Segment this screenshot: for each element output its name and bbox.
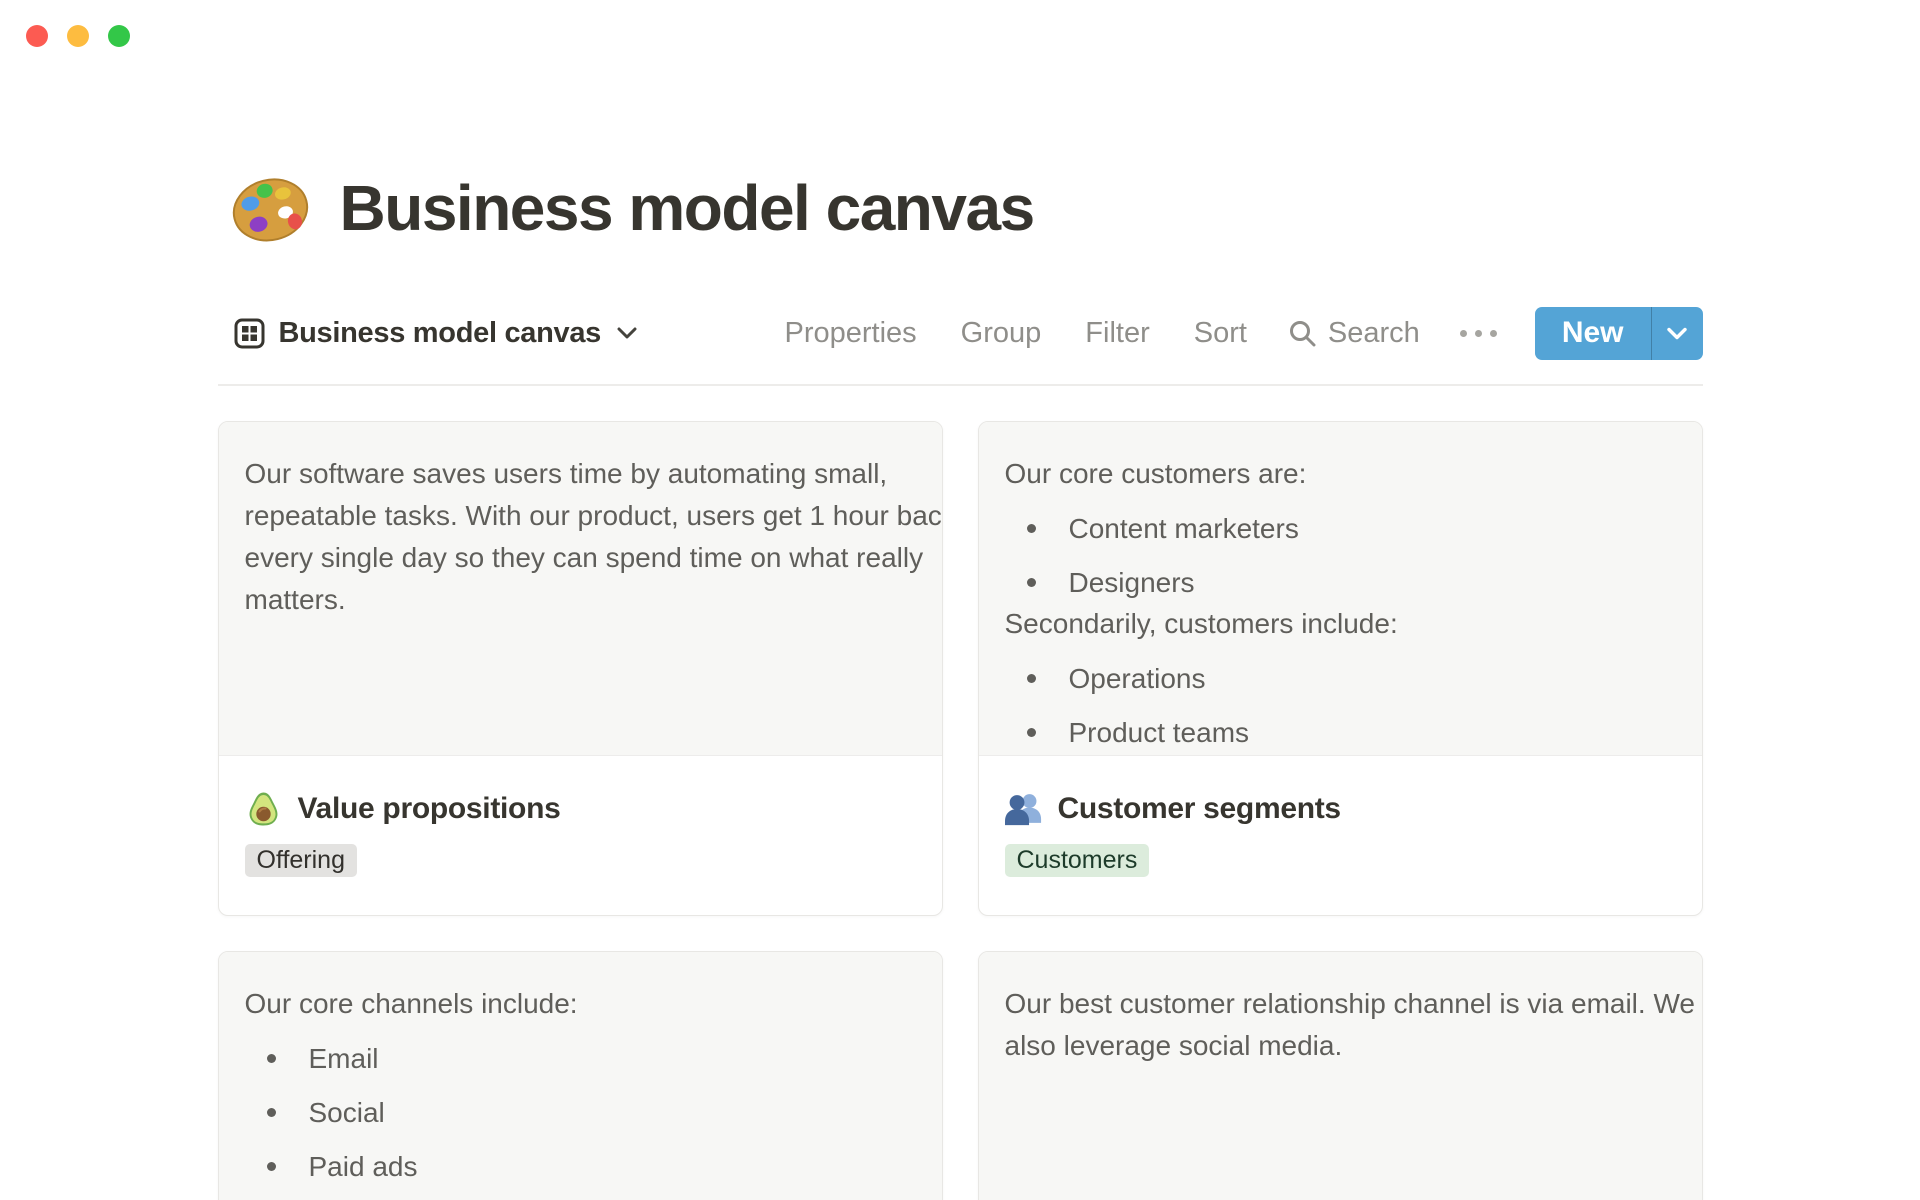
card-body: Customer segments Customers	[978, 756, 1702, 877]
preview-text-line: Our best customer relationship channel i…	[1004, 988, 1695, 1019]
card-preview: Our core customers are: Content marketers…	[978, 422, 1702, 756]
toolbar-item-properties[interactable]: Properties	[785, 317, 917, 350]
toolbar-item-sort[interactable]: Sort	[1194, 317, 1247, 350]
new-button[interactable]: New	[1534, 306, 1651, 360]
toolbar-item-group[interactable]: Group	[961, 317, 1042, 350]
preview-bullet-item: Social	[245, 1092, 916, 1133]
preview-paragraph: Our best customer relationship channel i…	[1004, 983, 1695, 1067]
page-title[interactable]: Business model canvas	[340, 171, 1036, 245]
search-icon	[1289, 320, 1316, 346]
preview-paragraph: Our core channels include:	[245, 983, 916, 1025]
new-dropdown-button[interactable]	[1650, 306, 1703, 360]
gallery-card[interactable]: Our software saves users time by automat…	[217, 421, 943, 916]
preview-bullet-list: Email Social Paid ads	[245, 1038, 916, 1187]
gallery-card[interactable]: Our best customer relationship channel i…	[977, 951, 1703, 1200]
chevron-down-icon	[615, 322, 637, 345]
minimize-window-button[interactable]	[67, 25, 89, 47]
preview-text-line: Our core channels include:	[244, 988, 578, 1019]
toolbar-actions: Properties Group Filter Sort	[785, 317, 1247, 350]
card-title: Value propositions	[297, 791, 561, 825]
preview-paragraph: Our core customers are:	[1005, 453, 1676, 495]
new-button-group: New	[1534, 306, 1703, 360]
gallery-card[interactable]: Our core channels include: Email Social Pai…	[217, 951, 943, 1200]
ellipsis-icon	[1459, 329, 1467, 337]
view-name: Business model canvas	[278, 316, 602, 349]
preview-text-line: Secondarily, customers include:	[1004, 608, 1398, 639]
preview-paragraph: Secondarily, customers include:	[1005, 603, 1676, 645]
preview-paragraph: Our software saves users time by automat…	[244, 453, 942, 621]
search-button[interactable]: Search	[1289, 317, 1420, 350]
gallery-grid: Our software saves users time by automat…	[217, 421, 1703, 1200]
view-toolbar: Business model canvas Properties Group Fil…	[218, 306, 1703, 360]
chevron-down-icon	[1667, 327, 1687, 339]
avocado-emoji-icon	[245, 790, 282, 827]
preview-text-line: Our software saves users time by automat…	[244, 458, 888, 489]
preview-bullet-item: Product teams	[1005, 712, 1676, 753]
preview-bullet-item: Paid ads	[245, 1146, 916, 1187]
gallery-view-icon	[234, 318, 264, 348]
page-header: Business model canvas	[218, 160, 1703, 256]
card-tag[interactable]: Offering	[244, 844, 357, 877]
preview-bullet-item: Operations	[1005, 658, 1676, 699]
preview-text-line: also leverage social media.	[1004, 1030, 1343, 1061]
card-title: Customer segments	[1057, 791, 1342, 825]
view-switcher[interactable]: Business model canvas	[218, 317, 638, 350]
people-emoji-icon	[1004, 790, 1042, 827]
preview-text-line: every single day so they can spend time …	[244, 542, 924, 573]
card-tag[interactable]: Customers	[1004, 844, 1150, 877]
toolbar-divider	[217, 384, 1703, 386]
palette-emoji-icon[interactable]	[228, 170, 312, 246]
card-body: Value propositions Offering	[218, 756, 942, 877]
toolbar: Properties Group Filter Sort Search New	[785, 306, 1703, 360]
preview-text-line: Our core customers are:	[1004, 458, 1307, 489]
card-preview: Our software saves users time by automat…	[218, 422, 942, 756]
notion-window: Business model canvas Business model can…	[0, 25, 1920, 1200]
close-window-button[interactable]	[26, 25, 48, 47]
zoom-window-button[interactable]	[108, 25, 130, 47]
toolbar-item-filter[interactable]: Filter	[1085, 317, 1149, 350]
card-title-row: Value propositions	[245, 790, 916, 827]
preview-bullet-item: Content marketers	[1005, 508, 1676, 549]
preview-bullet-list: Content marketers Designers	[1005, 508, 1676, 603]
preview-bullet-item: Email	[245, 1038, 916, 1079]
search-label: Search	[1327, 316, 1420, 349]
preview-text-line: matters.	[244, 584, 346, 615]
card-preview: Our core channels include: Email Social Pai…	[218, 952, 942, 1200]
gallery-card[interactable]: Our core customers are: Content marketers…	[977, 421, 1703, 916]
preview-bullet-item: Designers	[1005, 562, 1676, 603]
window-controls	[26, 25, 130, 47]
preview-text-line: repeatable tasks. With our product, user…	[244, 500, 942, 531]
card-preview: Our best customer relationship channel i…	[978, 952, 1702, 1200]
more-options-button[interactable]	[1458, 320, 1499, 347]
page-content: Business model canvas Business model can…	[217, 160, 1703, 1200]
card-title-row: Customer segments	[1004, 790, 1676, 827]
preview-bullet-list: Operations Product teams	[1005, 658, 1676, 753]
